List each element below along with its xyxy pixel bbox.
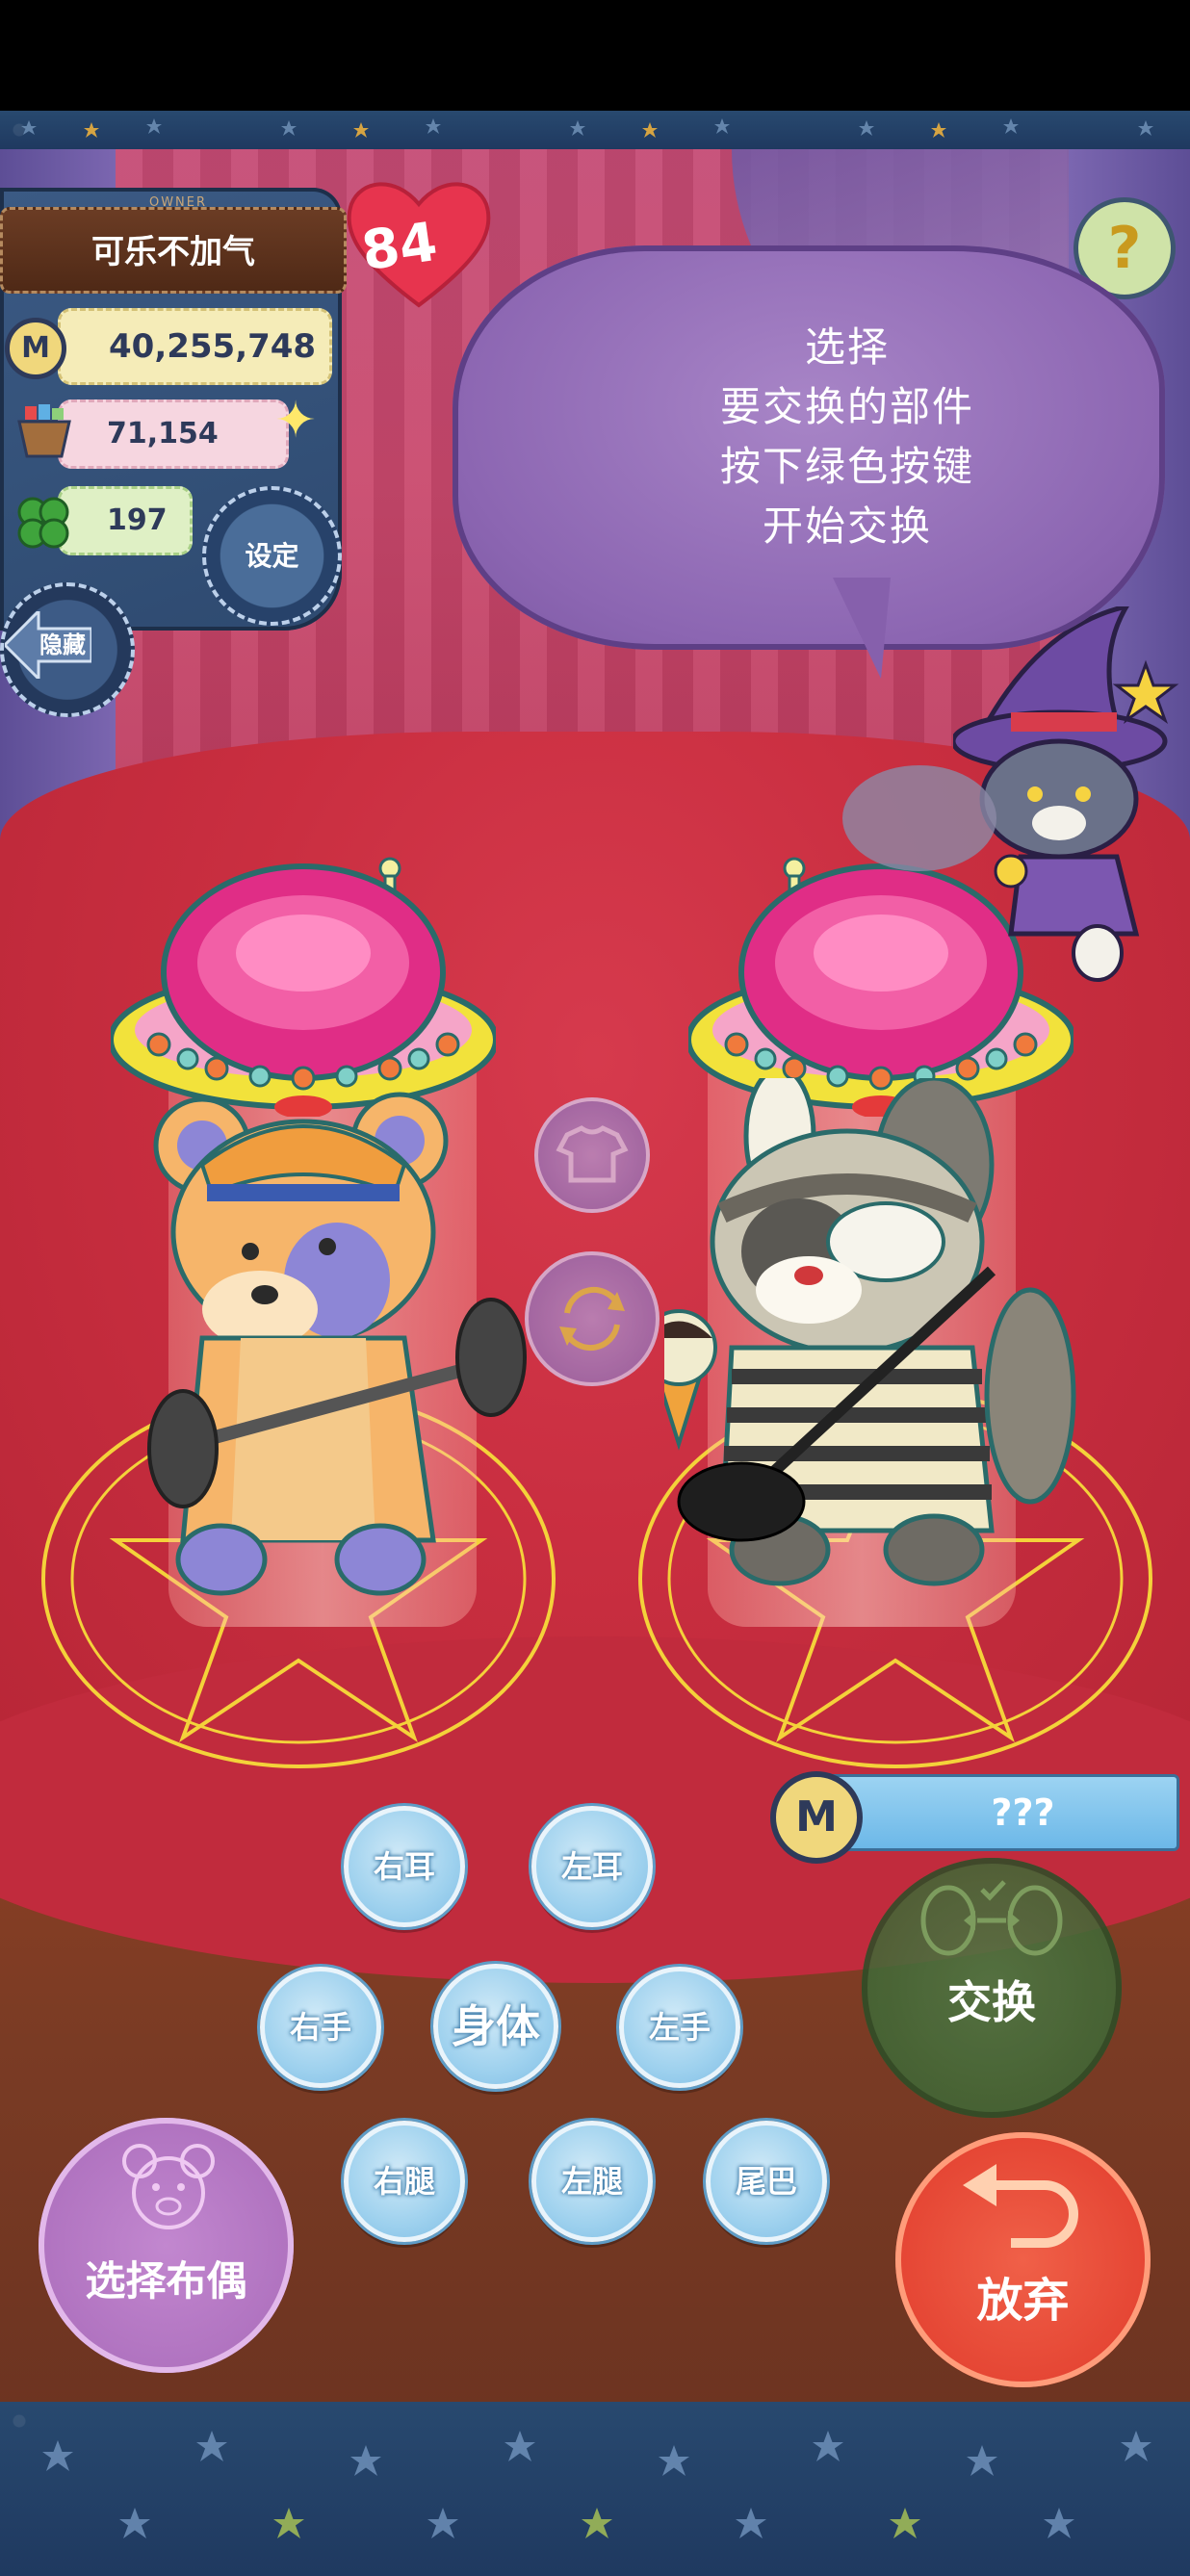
- part-left-leg-button[interactable]: 左腿: [531, 2121, 653, 2242]
- bear-outline-icon: [122, 2144, 215, 2229]
- part-tail-button[interactable]: 尾巴: [706, 2121, 827, 2242]
- orb-behind-ufo: [842, 765, 996, 871]
- part-body-button[interactable]: 身体: [433, 1964, 558, 2089]
- settings-button[interactable]: 设定: [202, 486, 342, 626]
- part-left-hand-button[interactable]: 左手: [619, 1967, 740, 2088]
- owner-tag-label: OWNER: [148, 195, 208, 210]
- bubble-tail: [833, 578, 891, 679]
- star-banner-top: [0, 111, 1190, 149]
- sparkle-icon: ✦: [274, 392, 317, 450]
- shirt-icon: [556, 1125, 629, 1183]
- exchange-label: 交换: [947, 1976, 1036, 2028]
- rotate-arrows-icon: [559, 1286, 625, 1352]
- select-doll-label: 选择布偶: [85, 2257, 247, 2305]
- status-bar-area: [0, 0, 1190, 111]
- part-right-leg-button[interactable]: 右腿: [344, 2121, 465, 2242]
- swap-direction-button[interactable]: [525, 1251, 660, 1386]
- money-counter: 40,255,748: [58, 308, 332, 385]
- instruction-line-1: 选择: [804, 323, 890, 371]
- outfit-button[interactable]: [534, 1097, 650, 1213]
- doll-left-bear: [147, 1092, 527, 1596]
- instruction-text: 选择 要交换的部件 按下绿色按键 开始交换: [539, 318, 1155, 578]
- return-arrow-icon: [963, 2164, 1078, 2248]
- instruction-line-2: 要交换的部件: [719, 383, 974, 430]
- exchange-icon: [920, 1880, 1063, 1956]
- clover-icon: [17, 497, 69, 549]
- doll-right-rabbit: [664, 1078, 1076, 1586]
- hide-label: 隐藏: [39, 631, 86, 658]
- owner-name: 可乐不加气: [91, 233, 255, 271]
- star-pattern-top: [21, 118, 1153, 138]
- give-up-label: 放弃: [976, 2274, 1070, 2328]
- cost-coin-icon: M: [770, 1771, 863, 1864]
- gem-counter: 71,154: [58, 399, 289, 469]
- instruction-line-3: 按下绿色按键: [719, 443, 974, 490]
- instruction-line-4: 开始交换: [762, 502, 932, 550]
- coin-icon: M: [5, 318, 66, 379]
- game-screen: OWNER 可乐不加气 40,255,748 M 71,154 ✦ 197 设定…: [0, 0, 1190, 2576]
- clover-counter: 197: [58, 486, 193, 555]
- star-pattern-bottom: [42, 2431, 1151, 2538]
- exchange-cost: ???: [809, 1774, 1179, 1851]
- star-banner-bottom: [0, 2402, 1190, 2576]
- part-right-ear-button[interactable]: 右耳: [344, 1806, 465, 1927]
- part-right-hand-button[interactable]: 右手: [260, 1967, 381, 2088]
- basket-icon: [17, 404, 71, 458]
- ufo-left: [111, 857, 496, 1117]
- part-left-ear-button[interactable]: 左耳: [531, 1806, 653, 1927]
